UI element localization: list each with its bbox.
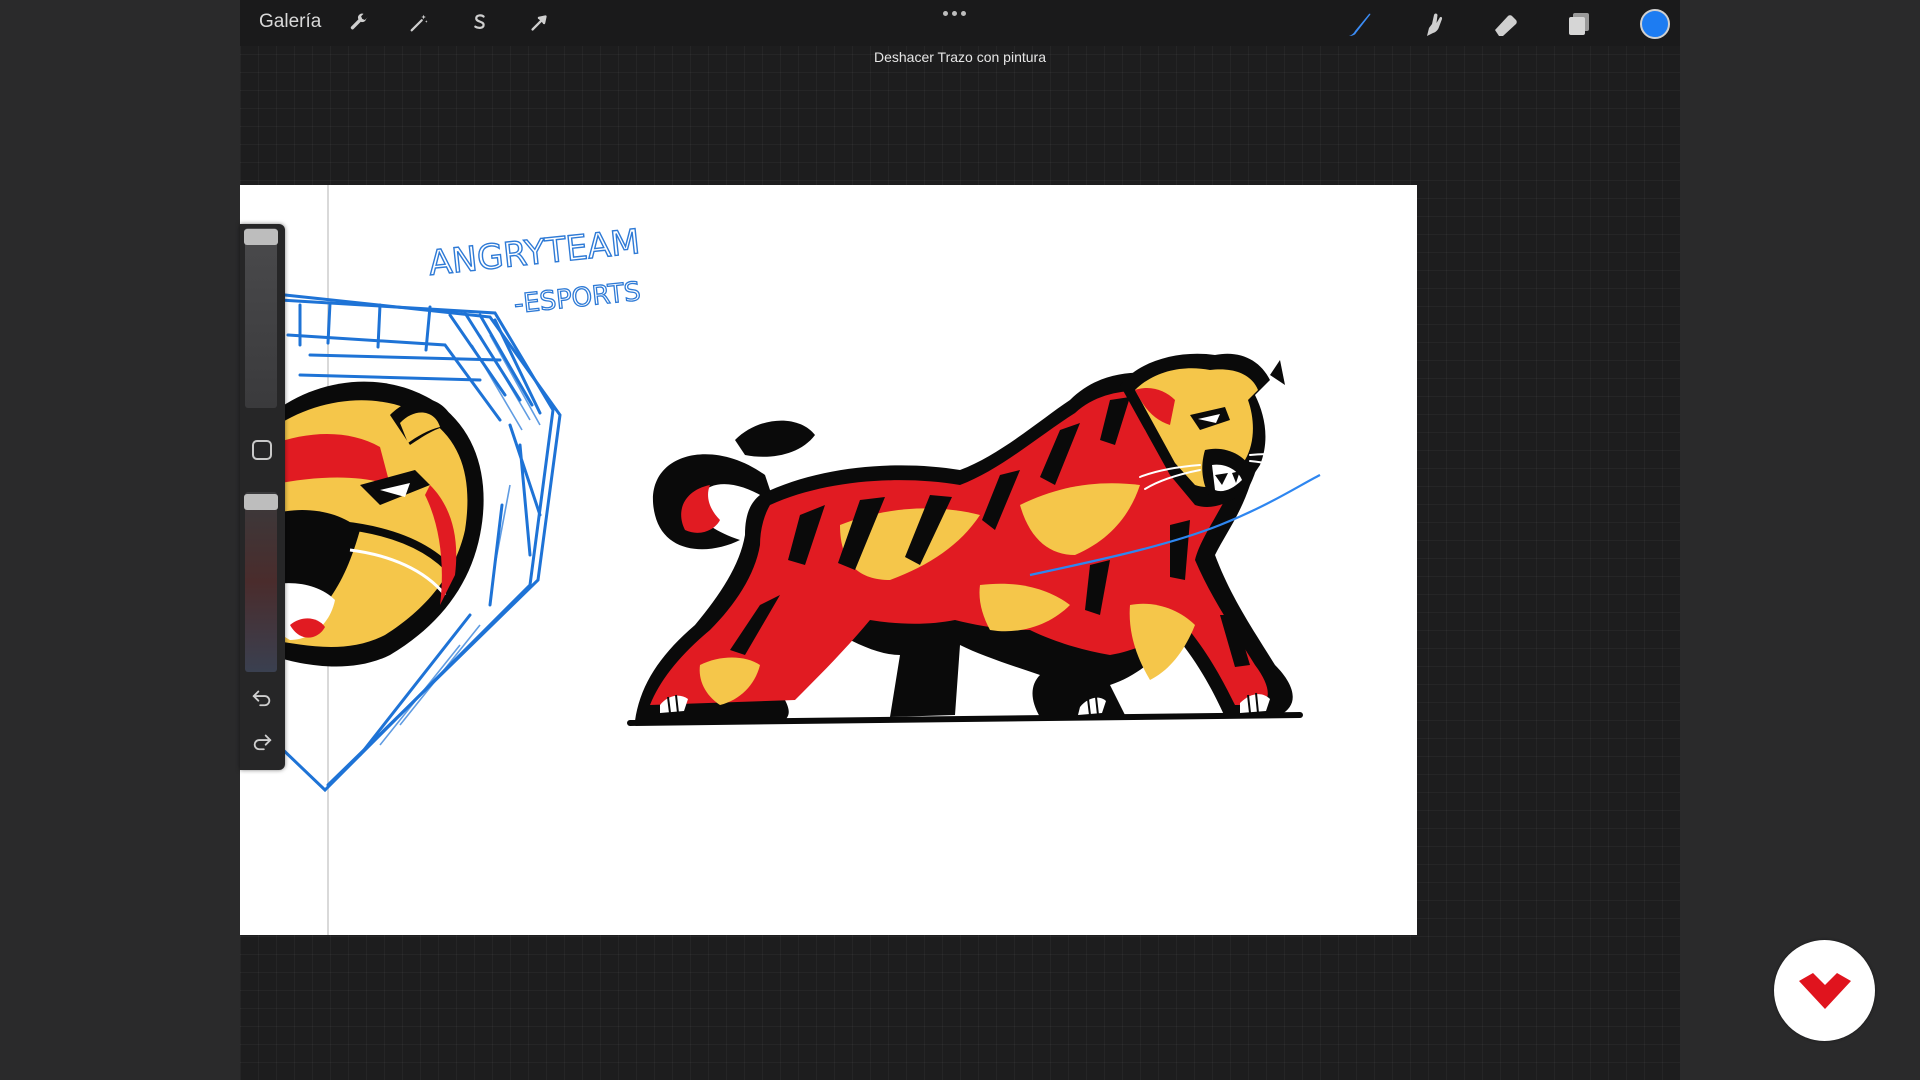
- eraser-icon: [1495, 15, 1517, 36]
- more-options-button[interactable]: [943, 6, 977, 20]
- wrench-icon: [350, 13, 368, 30]
- top-toolbar: Galería: [240, 0, 1680, 46]
- undo-icon: [252, 690, 271, 707]
- redo-button[interactable]: [249, 728, 275, 754]
- transform-button[interactable]: [524, 8, 554, 38]
- gallery-button[interactable]: Galería: [259, 11, 321, 33]
- sketch-lettering: ANGRYTEAM -ESPORTS: [426, 221, 643, 320]
- eraser-tool-button[interactable]: [1489, 7, 1523, 41]
- modify-button[interactable]: [252, 440, 272, 460]
- layers-icon: [1569, 13, 1589, 35]
- drawing-canvas[interactable]: ANGRYTEAM -ESPORTS: [240, 185, 1417, 935]
- sidebar: [240, 224, 285, 770]
- magic-wand-icon: [410, 14, 428, 32]
- brand-logo: [1774, 940, 1875, 1041]
- brush-icon: [1349, 13, 1371, 36]
- ellipsis-icon: [943, 11, 948, 16]
- tiger-illustration: [627, 353, 1303, 726]
- brush-tool-button[interactable]: [1343, 7, 1377, 41]
- arrow-cursor-icon: [531, 15, 547, 31]
- smudge-finger-icon: [1427, 13, 1443, 36]
- undo-button[interactable]: [249, 684, 275, 710]
- right-letterbox: [1680, 0, 1920, 1080]
- left-letterbox: [0, 0, 240, 1080]
- svg-text:-ESPORTS: -ESPORTS: [513, 277, 642, 320]
- color-picker-button[interactable]: [1640, 9, 1670, 39]
- opacity-slider-thumb[interactable]: [244, 494, 278, 510]
- opacity-slider[interactable]: [245, 492, 277, 672]
- smudge-tool-button[interactable]: [1416, 7, 1450, 41]
- artwork: ANGRYTEAM -ESPORTS: [270, 185, 1321, 935]
- selection-s-icon: [474, 14, 485, 29]
- actions-button[interactable]: [344, 8, 374, 38]
- brush-size-slider-thumb[interactable]: [244, 229, 278, 245]
- adjustments-button[interactable]: [404, 8, 434, 38]
- undo-notification: Deshacer Trazo con pintura: [874, 49, 1046, 65]
- selection-button[interactable]: [464, 8, 494, 38]
- redo-icon: [253, 734, 272, 751]
- tiger-head-sketch: [270, 381, 484, 667]
- layers-button[interactable]: [1562, 7, 1596, 41]
- brush-size-slider[interactable]: [245, 228, 277, 408]
- svg-text:ANGRYTEAM: ANGRYTEAM: [427, 222, 642, 284]
- brand-logo-icon: [1798, 972, 1851, 1009]
